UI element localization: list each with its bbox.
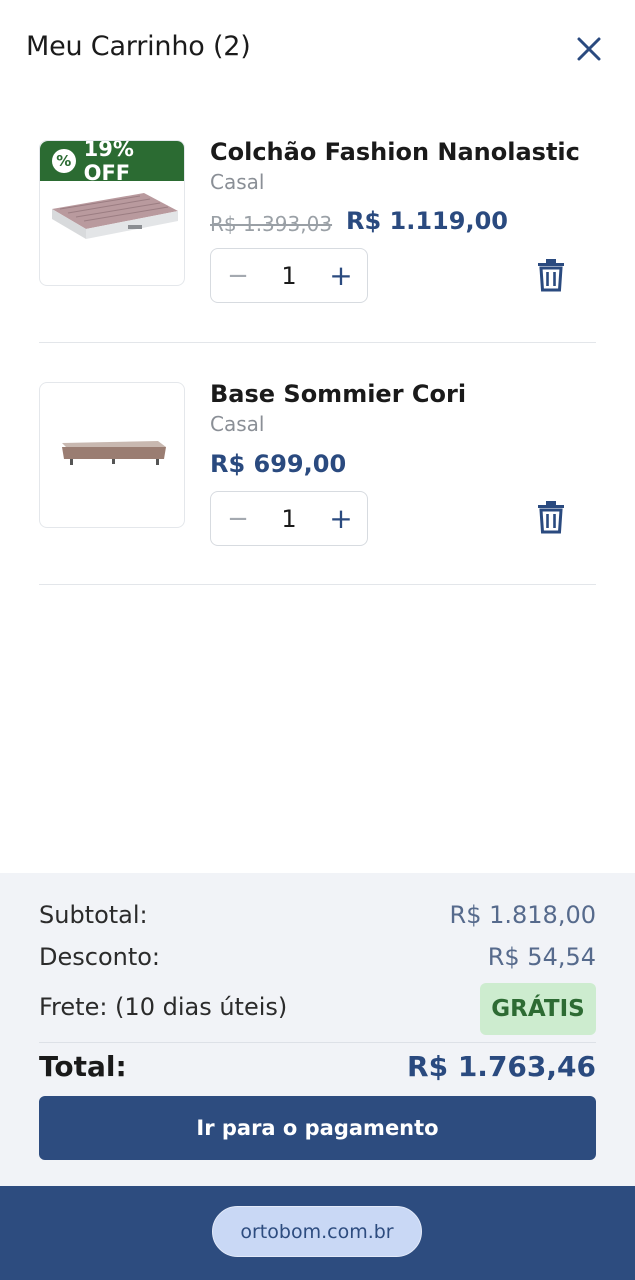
free-shipping-badge: GRÁTIS — [480, 983, 596, 1035]
cart-item: Base Sommier Cori Casal R$ 699,00 − 1 + — [39, 342, 596, 585]
summary-divider — [39, 1042, 596, 1043]
trash-icon[interactable] — [535, 258, 567, 292]
discount-label: Desconto: — [39, 943, 161, 971]
quantity-value: 1 — [281, 505, 297, 533]
shipping-label: Frete: (10 dias úteis) — [39, 993, 288, 1021]
increase-quantity-button[interactable]: + — [327, 502, 355, 536]
cart-header: Meu Carrinho (2) — [0, 0, 635, 100]
quantity-stepper: − 1 + — [210, 248, 368, 303]
total-label: Total: — [39, 1050, 127, 1083]
quantity-stepper: − 1 + — [210, 491, 368, 546]
browser-bottom-bar: ortobom.com.br — [0, 1186, 635, 1280]
product-variant: Casal — [210, 170, 265, 194]
decrease-quantity-button[interactable]: − — [225, 259, 251, 293]
percent-icon: % — [52, 149, 76, 173]
decrease-quantity-button[interactable]: − — [225, 502, 251, 536]
product-name[interactable]: Base Sommier Cori — [210, 380, 466, 408]
total-value: R$ 1.763,46 — [407, 1050, 596, 1083]
original-price: R$ 1.393,03 — [210, 212, 333, 236]
product-name[interactable]: Colchão Fashion Nanolastic — [210, 138, 580, 166]
quantity-value: 1 — [281, 262, 297, 290]
product-image[interactable] — [39, 382, 185, 528]
order-summary: Subtotal: R$ 1.818,00 Desconto: R$ 54,54… — [0, 873, 635, 1188]
cart-item: % 19% OFF Colchão Fashion Nanolastic Cas… — [39, 100, 596, 343]
discount-badge-label: 19% OFF — [83, 140, 134, 185]
product-image[interactable]: % 19% OFF — [39, 140, 185, 286]
product-variant: Casal — [210, 412, 265, 436]
discount-badge: % 19% OFF — [40, 141, 184, 185]
product-price: R$ 1.119,00 — [346, 207, 508, 235]
close-icon[interactable] — [570, 30, 608, 68]
increase-quantity-button[interactable]: + — [327, 259, 355, 293]
bed-base-image — [62, 441, 166, 465]
subtotal-value: R$ 1.818,00 — [449, 901, 596, 929]
product-price: R$ 699,00 — [210, 450, 347, 478]
discount-value: R$ 54,54 — [487, 943, 596, 971]
page-title: Meu Carrinho (2) — [26, 31, 251, 62]
trash-icon[interactable] — [535, 500, 567, 534]
url-bar[interactable]: ortobom.com.br — [212, 1206, 422, 1257]
checkout-button[interactable]: Ir para o pagamento — [39, 1096, 596, 1160]
subtotal-label: Subtotal: — [39, 901, 148, 929]
